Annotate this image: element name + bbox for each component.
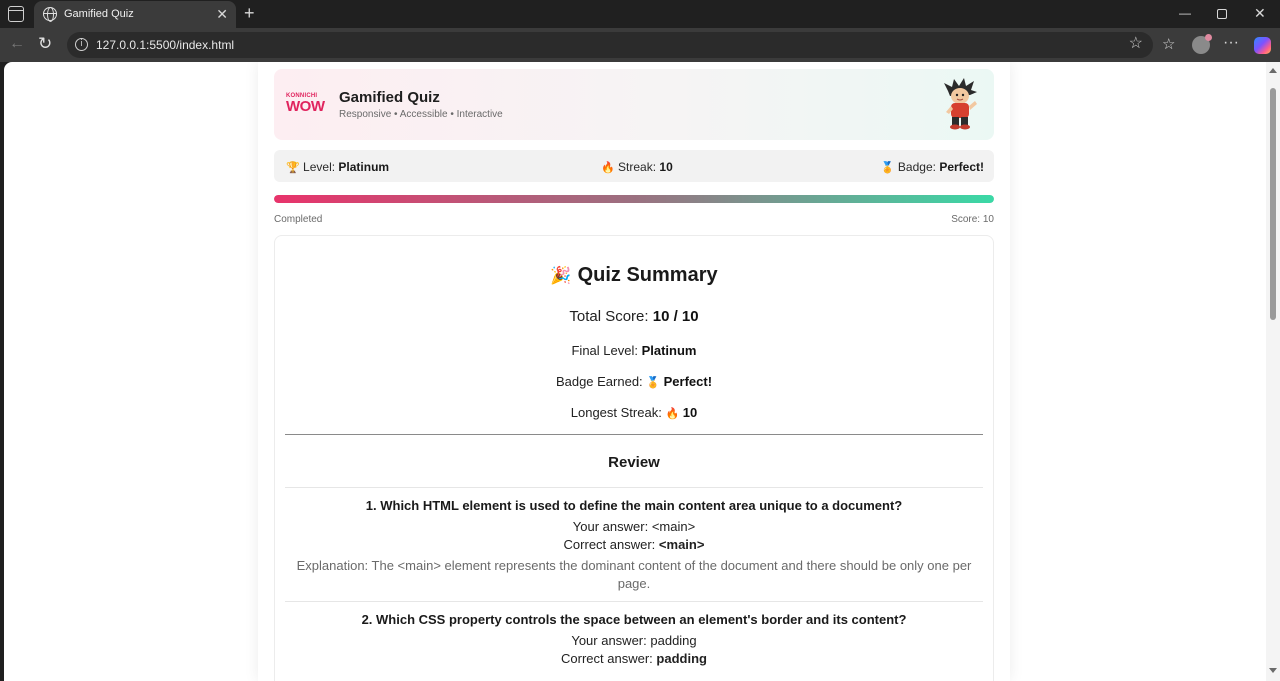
url-text[interactable]: 127.0.0.1:5500/index.html xyxy=(96,38,234,52)
correct-answer: Correct answer: <main> xyxy=(563,537,705,552)
stat-streak: 🔥 Streak: 10 xyxy=(601,160,673,174)
scroll-thumb[interactable] xyxy=(1270,88,1276,320)
favorites-icon[interactable]: ☆ xyxy=(1162,36,1175,54)
streak-value: 10 xyxy=(659,160,673,174)
page-scrollbar[interactable] xyxy=(1266,62,1280,681)
stat-level: 🏆 Level: Platinum xyxy=(286,160,389,174)
streak-label: Streak: xyxy=(618,160,657,174)
fire-icon: 🔥 xyxy=(601,161,615,174)
scroll-down-icon[interactable] xyxy=(1269,668,1277,673)
star-icon[interactable]: ☆ xyxy=(1129,35,1143,53)
profile-avatar-icon[interactable] xyxy=(1192,34,1212,54)
browser-tab-bar: Gamified Quiz ✕ + — ✕ xyxy=(0,0,1280,28)
review-item: 2. Which CSS property controls the space… xyxy=(285,612,983,668)
divider xyxy=(285,487,983,488)
final-level: Final Level: Platinum xyxy=(571,343,697,358)
stats-bar: 🏆 Level: Platinum 🔥 Streak: 10 🏅 Badge: … xyxy=(274,150,994,182)
tab-actions-icon[interactable] xyxy=(8,6,24,22)
longest-streak: Longest Streak: 🔥 10 xyxy=(570,405,698,420)
divider xyxy=(285,601,983,602)
mascot-icon xyxy=(944,78,977,130)
more-options-icon[interactable]: ··· xyxy=(1223,34,1239,52)
page-viewport: KONNICHI WOW Gamified Quiz Responsive • … xyxy=(4,62,1266,681)
badge-label: Badge: xyxy=(897,160,936,174)
correct-answer: Correct answer: padding xyxy=(561,651,707,666)
summary-card: 🎉 Quiz Summary Total Score: 10 / 10 Final… xyxy=(274,235,994,681)
review-question: 2. Which CSS property controls the space… xyxy=(361,612,907,627)
total-score: Total Score: 10 / 10 xyxy=(569,308,699,325)
new-tab-icon[interactable]: + xyxy=(244,3,255,23)
medal-icon: 🏅 xyxy=(880,161,895,174)
progress-bar xyxy=(274,195,994,203)
fire-icon: 🔥 xyxy=(665,407,680,420)
browser-toolbar: ← ↻ i 127.0.0.1:5500/index.html ☆ ☆ ··· xyxy=(0,28,1280,62)
progress-fill xyxy=(274,195,994,203)
address-bar[interactable]: i 127.0.0.1:5500/index.html ☆ xyxy=(67,32,1153,58)
scroll-up-icon[interactable] xyxy=(1269,68,1277,73)
reload-icon[interactable]: ↻ xyxy=(38,34,52,54)
medal-icon: 🏅 xyxy=(646,376,660,389)
review-item: 1. Which HTML element is used to define … xyxy=(285,498,983,593)
stat-badge: 🏅 Badge: Perfect! xyxy=(881,160,984,174)
minimize-icon[interactable]: — xyxy=(1179,5,1191,21)
globe-icon xyxy=(43,7,57,22)
close-tab-icon[interactable]: ✕ xyxy=(216,6,228,22)
your-answer: Your answer: padding xyxy=(571,633,697,648)
trophy-icon: 🏆 xyxy=(286,161,300,174)
browser-tab[interactable]: Gamified Quiz ✕ xyxy=(34,1,236,28)
your-answer: Your answer: <main> xyxy=(572,519,696,534)
summary-title: 🎉 Quiz Summary xyxy=(550,264,718,286)
party-popper-icon: 🎉 xyxy=(550,266,572,286)
divider xyxy=(285,434,983,435)
copilot-icon[interactable] xyxy=(1254,37,1271,54)
badge-value: Perfect! xyxy=(939,160,984,174)
quiz-header: KONNICHI WOW Gamified Quiz Responsive • … xyxy=(274,69,994,140)
back-arrow-icon[interactable]: ← xyxy=(9,35,25,53)
brand-logo: KONNICHI WOW xyxy=(286,93,325,115)
app-title: Gamified Quiz xyxy=(339,89,440,106)
tab-title: Gamified Quiz xyxy=(64,8,134,20)
progress-label: Completed xyxy=(274,214,323,225)
info-icon[interactable]: i xyxy=(75,38,88,51)
review-title: Review xyxy=(608,454,660,471)
app-subtitle: Responsive • Accessible • Interactive xyxy=(339,109,503,120)
close-window-icon[interactable]: ✕ xyxy=(1254,5,1266,21)
maximize-icon[interactable] xyxy=(1217,9,1227,19)
badge-earned: Badge Earned: 🏅 Perfect! xyxy=(555,374,713,389)
level-label: Level: xyxy=(303,160,336,174)
level-value: Platinum xyxy=(338,160,390,174)
quiz-container: KONNICHI WOW Gamified Quiz Responsive • … xyxy=(258,62,1010,681)
explanation: Explanation: The <main> element represen… xyxy=(296,558,972,591)
review-question: 1. Which HTML element is used to define … xyxy=(365,498,903,513)
score-label: Score: 10 xyxy=(951,214,994,225)
